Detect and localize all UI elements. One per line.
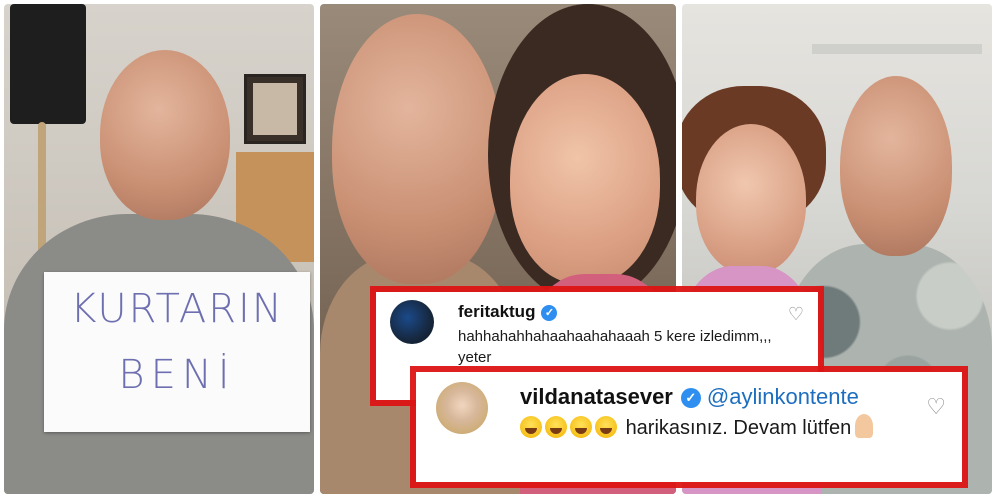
- comment-card-vildanatasever: vildanatasever ✓ @aylinkontente harikasını…: [416, 372, 962, 482]
- comment-text: hahhahahhahaahaahahaaah 5 kere izledimm,…: [458, 328, 772, 366]
- lamp-stand: [38, 122, 46, 262]
- heart-outline-icon[interactable]: ♡: [926, 394, 946, 420]
- man-head-right: [840, 76, 952, 256]
- tears-of-joy-emoji: [595, 416, 617, 438]
- paper-sign: KURTARIN BENİ: [44, 272, 310, 432]
- avatar-feritaktug[interactable]: [390, 300, 434, 344]
- sign-text-line-2: BENİ: [118, 352, 236, 398]
- man-head-middle: [332, 14, 502, 284]
- man-head-left: [100, 50, 230, 220]
- sign-text-line-1: KURTARIN: [70, 286, 284, 332]
- tears-of-joy-emoji: [570, 416, 592, 438]
- verified-badge-icon: ✓: [680, 388, 701, 409]
- verified-badge-icon: ✓: [541, 304, 558, 321]
- photo-panel-left: KURTARIN BENİ: [4, 4, 314, 494]
- tears-of-joy-emoji: [520, 416, 542, 438]
- picture-frame-photo: [253, 83, 297, 135]
- woman-face-right: [696, 124, 806, 274]
- woman-face: [510, 74, 660, 284]
- username-feritaktug[interactable]: feritaktug: [458, 302, 535, 321]
- mention-link[interactable]: @aylinkontente: [707, 384, 859, 409]
- tears-of-joy-emoji: [545, 416, 567, 438]
- comment-text: harikasınız. Devam lütfen: [520, 414, 900, 442]
- folded-hands-emoji: [855, 414, 874, 438]
- comment-text-body: harikasınız. Devam lütfen: [625, 417, 852, 439]
- heart-outline-icon[interactable]: ♡: [788, 304, 804, 325]
- lamp-shade: [10, 4, 86, 124]
- comment-username-line: vildanatasever ✓ @aylinkontente: [520, 384, 859, 410]
- username-vildanatasever[interactable]: vildanatasever: [520, 384, 673, 409]
- comment-username-line: feritaktug ✓: [458, 302, 558, 322]
- shelf: [812, 44, 982, 54]
- picture-frame: [244, 74, 306, 144]
- avatar-vildanatasever[interactable]: [436, 382, 488, 434]
